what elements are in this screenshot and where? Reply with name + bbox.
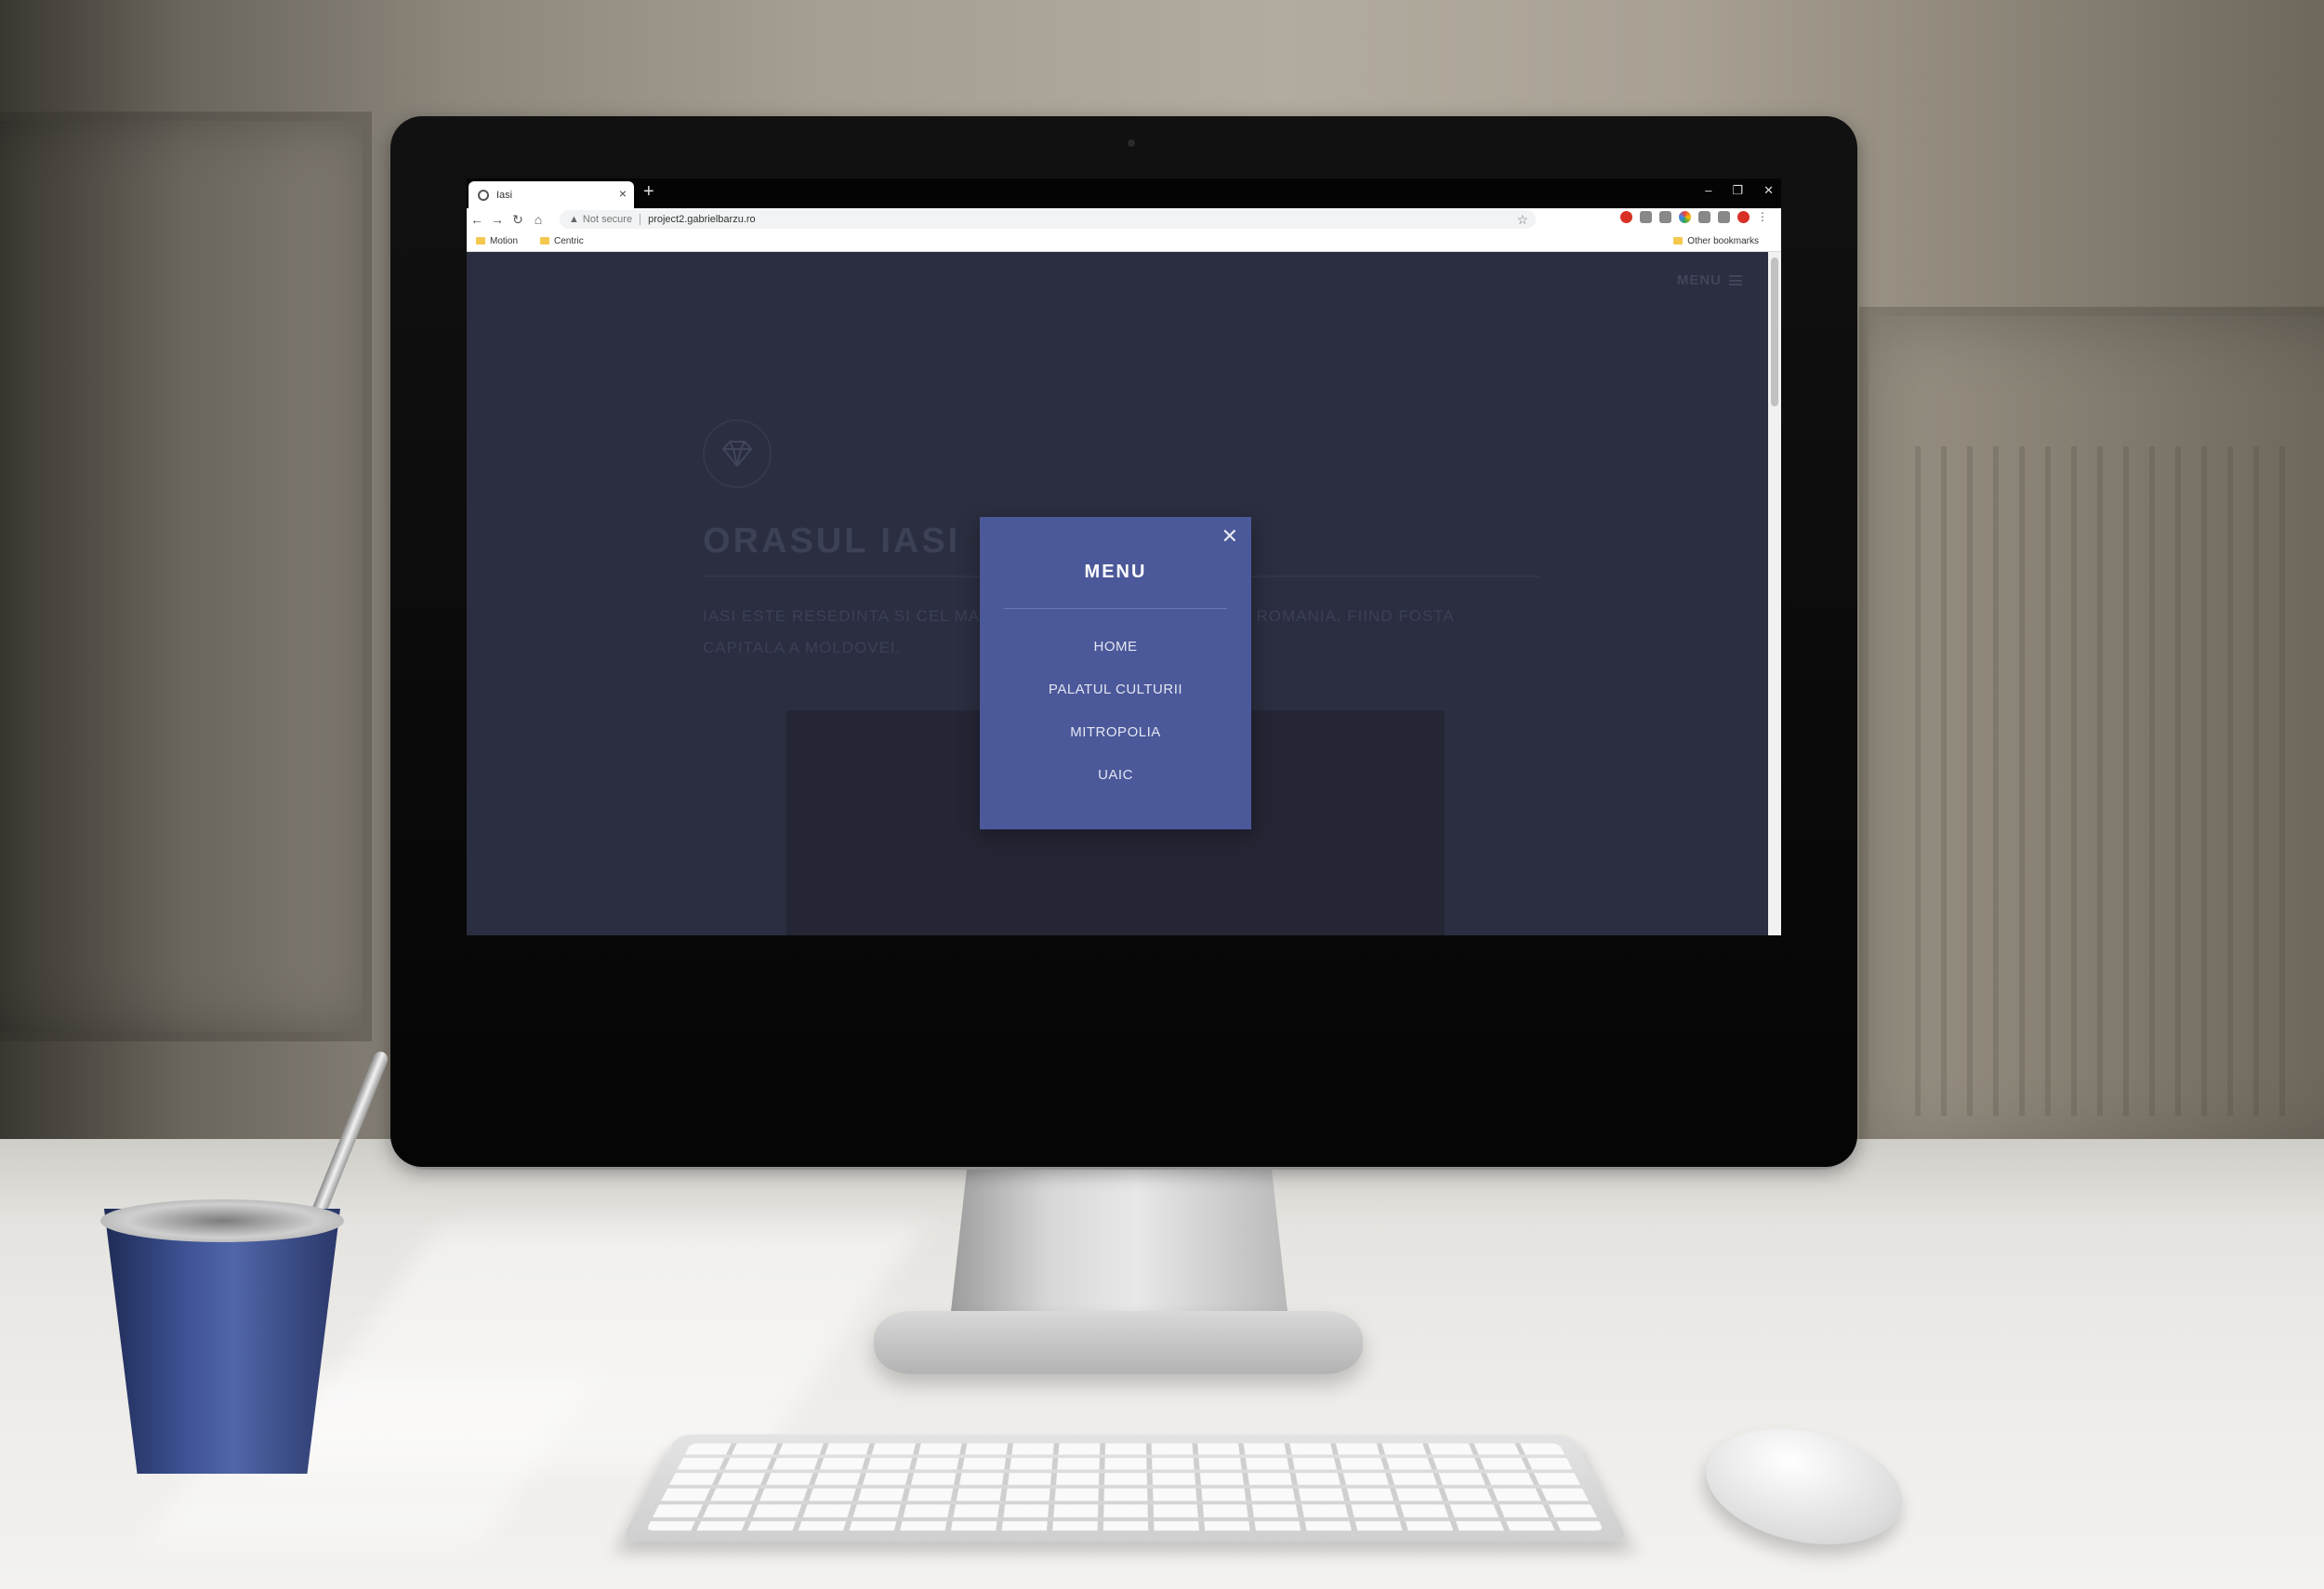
keyboard-keys xyxy=(645,1443,1604,1531)
tab-close-icon[interactable]: × xyxy=(619,186,627,201)
menu-item-palatul-culturii[interactable]: PALATUL CULTURII xyxy=(980,681,1251,723)
back-icon[interactable]: ← xyxy=(467,212,487,227)
cup-rim xyxy=(100,1199,344,1242)
bookmark-label: Other bookmarks xyxy=(1687,235,1759,246)
window-controls: – ❐ ✕ xyxy=(1705,183,1774,198)
modal-title: MENU xyxy=(1084,562,1147,582)
reload-icon[interactable]: ↻ xyxy=(508,212,528,228)
bookmark-centric[interactable]: Centric xyxy=(540,236,584,246)
web-page: MENU ORASUL IASI IASI ESTE RESEDINTA SI … xyxy=(467,252,1768,935)
home-icon[interactable]: ⌂ xyxy=(528,212,548,227)
restore-button[interactable]: ❐ xyxy=(1732,183,1743,198)
folder-icon xyxy=(1673,237,1684,245)
extension-icon[interactable] xyxy=(1620,211,1632,223)
puzzle-icon[interactable] xyxy=(1718,211,1730,223)
new-tab-button[interactable]: + xyxy=(643,181,654,203)
extension-icon[interactable] xyxy=(1679,211,1691,223)
cup xyxy=(104,1209,340,1474)
url-text[interactable]: project2.gabrielbarzu.ro xyxy=(648,214,756,225)
security-label[interactable]: Not secure xyxy=(583,214,641,225)
bookmark-star-icon[interactable]: ☆ xyxy=(1516,212,1528,228)
modal-menu-list: HOME PALATUL CULTURII MITROPOLIA UAIC xyxy=(980,638,1251,809)
other-bookmarks[interactable]: Other bookmarks xyxy=(1673,236,1759,246)
webcam xyxy=(1128,139,1135,147)
scrollbar-thumb[interactable] xyxy=(1771,258,1778,406)
menu-item-mitropolia[interactable]: MITROPOLIA xyxy=(980,723,1251,766)
browser-toolbar: ← → ↻ ⌂ ▲ Not secure project2.gabrielbar… xyxy=(467,208,1781,231)
browser-window: Iasi × + – ❐ ✕ ← → ↻ ⌂ ▲ Not secure proj… xyxy=(467,179,1781,935)
wall-panel-left xyxy=(0,112,372,1041)
extension-icon[interactable] xyxy=(1698,211,1710,223)
bookmark-label: Motion xyxy=(490,235,519,246)
globe-icon xyxy=(478,189,489,201)
folder-icon xyxy=(540,237,550,245)
more-menu-icon[interactable]: ⋮ xyxy=(1757,211,1768,223)
extensions: ⋮ xyxy=(1620,211,1768,223)
tab-title: Iasi xyxy=(496,189,513,201)
warning-icon: ▲ xyxy=(569,214,579,225)
forward-icon[interactable]: → xyxy=(487,212,508,227)
extension-icon[interactable] xyxy=(1659,211,1671,223)
monitor-stand-foot xyxy=(874,1311,1363,1374)
modal-divider xyxy=(1004,608,1227,609)
menu-item-uaic[interactable]: UAIC xyxy=(980,766,1251,809)
address-bar[interactable]: ▲ Not secure project2.gabrielbarzu.ro ☆ xyxy=(560,210,1536,229)
keyboard xyxy=(620,1434,1630,1543)
profile-icon[interactable] xyxy=(1737,211,1750,223)
menu-item-home[interactable]: HOME xyxy=(980,638,1251,681)
wall-panel-right-detail xyxy=(1915,446,2305,1116)
close-icon[interactable]: ✕ xyxy=(1221,526,1238,547)
browser-tab[interactable]: Iasi × xyxy=(469,181,634,208)
bookmark-motion[interactable]: Motion xyxy=(476,236,518,246)
menu-modal: ✕ MENU HOME PALATUL CULTURII MITROPOLIA … xyxy=(980,517,1251,829)
folder-icon xyxy=(476,237,485,245)
close-window-button[interactable]: ✕ xyxy=(1763,183,1774,198)
page-scrollbar[interactable] xyxy=(1768,252,1781,935)
bookmarks-bar: Motion Centric Other bookmarks xyxy=(467,231,1781,252)
extension-icon[interactable] xyxy=(1640,211,1652,223)
minimize-button[interactable]: – xyxy=(1705,183,1711,198)
bookmark-label: Centric xyxy=(554,235,584,246)
tab-strip: Iasi × + – ❐ ✕ xyxy=(467,179,1781,208)
